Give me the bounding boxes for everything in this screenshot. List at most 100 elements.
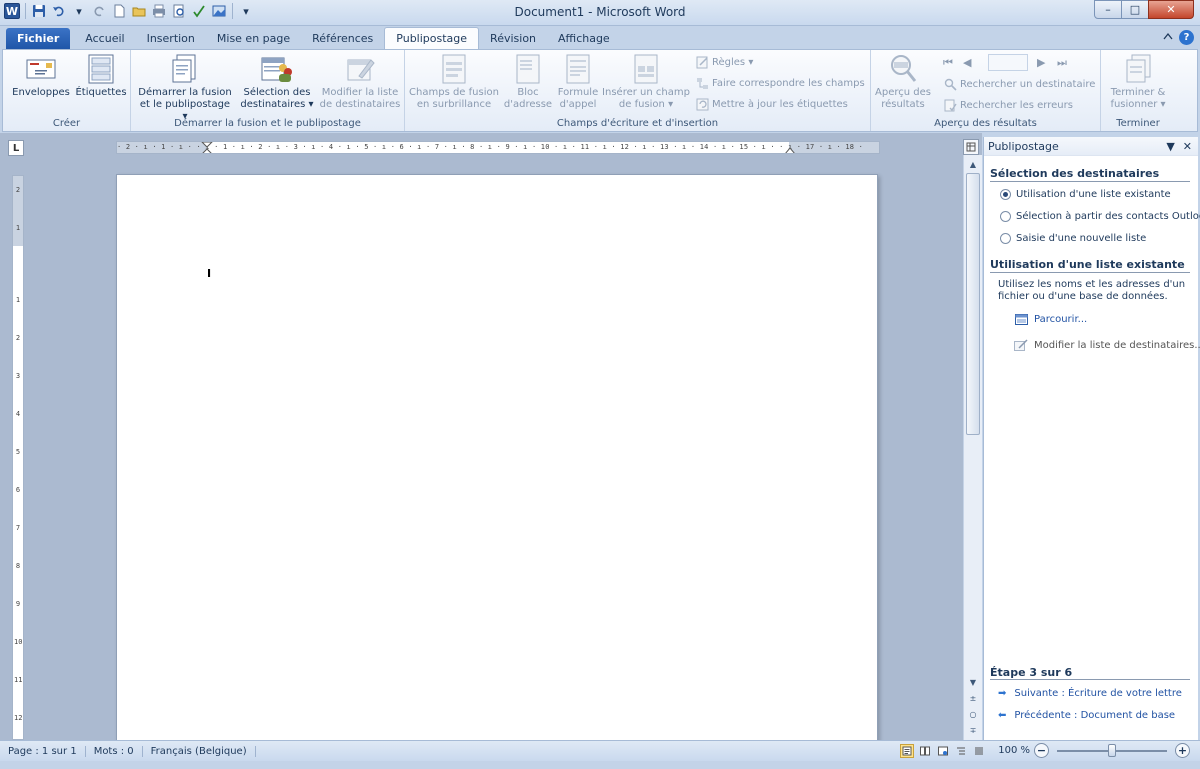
minimize-button[interactable]: – xyxy=(1094,0,1122,19)
edit-recipients-link[interactable]: Modifier la liste de destinataires... xyxy=(1014,339,1200,351)
ruler-tick: 5 xyxy=(15,448,21,456)
demarrer-fusion-button[interactable]: Démarrer la fusion et le publipostage ▾ xyxy=(137,53,233,123)
preview-results-icon xyxy=(887,53,919,85)
apercu-resultats-button[interactable]: Aperçu des résultats xyxy=(873,53,933,111)
taskpane-menu-icon[interactable]: ▼ xyxy=(1166,140,1174,153)
title-bar: W ▾ ▾ Document1 - Microsoft Word – □ ✕ xyxy=(0,0,1200,26)
tab-mise-en-page[interactable]: Mise en page xyxy=(206,28,301,49)
ruler-ticks: · 2 · ı · 1 · ı · · ı · 1 · ı · 2 · ı · … xyxy=(117,143,864,151)
previous-step-link[interactable]: ⬅ Précédente : Document de base xyxy=(998,710,1175,721)
scroll-thumb[interactable] xyxy=(966,173,980,435)
tab-revision[interactable]: Révision xyxy=(479,28,547,49)
ruler-tick: 2 xyxy=(15,186,21,194)
window-bottom-border xyxy=(0,761,1200,769)
tab-accueil[interactable]: Accueil xyxy=(74,28,135,49)
view-ruler-icon[interactable] xyxy=(963,139,979,155)
tab-fichier[interactable]: Fichier xyxy=(6,28,71,49)
vertical-scrollbar[interactable]: ▲ ▼ ± ○ ∓ xyxy=(963,155,982,740)
rechercher-erreurs-button[interactable]: Rechercher les erreurs xyxy=(943,98,1073,112)
first-record-icon[interactable]: ⏮ xyxy=(943,56,953,70)
web-layout-icon[interactable] xyxy=(936,744,950,758)
tab-affichage[interactable]: Affichage xyxy=(547,28,621,49)
start-merge-icon xyxy=(169,53,201,85)
section-description: Utilisez les noms et les adresses d'un f… xyxy=(998,279,1186,302)
radio-unselected-icon xyxy=(1000,211,1011,222)
browse-link[interactable]: Parcourir... xyxy=(1014,313,1087,325)
mettre-a-jour-etiquettes-button[interactable]: Mettre à jour les étiquettes xyxy=(695,97,848,111)
language-indicator[interactable]: Français (Belgique) xyxy=(151,745,256,757)
check-errors-icon xyxy=(943,98,957,112)
inserer-champ-fusion-button[interactable]: Insérer un champ de fusion ▾ xyxy=(601,53,691,111)
word-count[interactable]: Mots : 0 xyxy=(94,745,143,757)
zoom-level[interactable]: 100 % xyxy=(998,745,1030,756)
last-record-icon[interactable]: ⏭ xyxy=(1057,56,1067,70)
radio-unselected-icon xyxy=(1000,233,1011,244)
section-title-selection: Sélection des destinataires xyxy=(990,167,1190,182)
zoom-slider[interactable] xyxy=(1057,743,1167,757)
radio-selected-icon xyxy=(1000,189,1011,200)
zoom-slider-thumb[interactable] xyxy=(1108,743,1116,757)
radio-existing-list[interactable]: Utilisation d'une liste existante xyxy=(1000,189,1171,200)
ruler-tick: 2 xyxy=(15,334,21,342)
ruler-tick: 1 xyxy=(15,296,21,304)
group-label-demarrer: Démarrer la fusion et le publipostage xyxy=(174,118,361,129)
ruler-tick: 7 xyxy=(15,524,21,532)
find-recipient-icon xyxy=(943,77,957,91)
next-record-icon[interactable]: ▶ xyxy=(1037,56,1045,69)
tab-insertion[interactable]: Insertion xyxy=(136,28,206,49)
tab-references[interactable]: Références xyxy=(301,28,384,49)
enveloppes-button[interactable]: Enveloppes xyxy=(11,53,71,99)
modifier-liste-button[interactable]: Modifier la liste de destinataires xyxy=(317,53,403,111)
close-button[interactable]: ✕ xyxy=(1148,0,1194,19)
champs-surbrillance-button[interactable]: Champs de fusion en surbrillance xyxy=(407,53,501,111)
zoom-in-button[interactable]: + xyxy=(1175,743,1190,758)
vertical-ruler[interactable]: 2 1 1 2 3 4 5 6 7 8 9 10 11 12 xyxy=(12,175,24,740)
tab-selector[interactable]: L xyxy=(8,140,24,156)
print-layout-view-icon[interactable] xyxy=(900,743,915,758)
faire-correspondre-button[interactable]: Faire correspondre les champs xyxy=(695,76,865,90)
horizontal-ruler[interactable]: · 2 · ı · 1 · ı · · ı · 1 · ı · 2 · ı · … xyxy=(116,141,880,154)
help-icon[interactable]: ? xyxy=(1179,30,1194,45)
indent-marker-icon[interactable] xyxy=(201,142,213,154)
ruler-tick: 1 xyxy=(15,224,21,232)
record-number-input[interactable] xyxy=(988,54,1028,71)
zoom-out-button[interactable]: − xyxy=(1034,743,1049,758)
maximize-button[interactable]: □ xyxy=(1121,0,1149,19)
update-labels-icon xyxy=(695,97,709,111)
minimize-ribbon-icon[interactable] xyxy=(1163,32,1173,43)
regles-button[interactable]: Règles ▾ xyxy=(695,55,753,69)
radio-new-list[interactable]: Saisie d'une nouvelle liste xyxy=(1000,233,1146,244)
previous-record-icon[interactable]: ◀ xyxy=(963,56,971,69)
next-step-link[interactable]: ➡ Suivante : Écriture de votre lettre xyxy=(998,688,1182,699)
selection-destinataires-button[interactable]: Sélection des destinataires ▾ xyxy=(239,53,315,111)
scroll-down-icon[interactable]: ▼ xyxy=(966,675,980,689)
full-screen-reading-icon[interactable] xyxy=(918,744,932,758)
scroll-up-icon[interactable]: ▲ xyxy=(966,157,980,171)
document-page[interactable]: I xyxy=(116,174,878,744)
section-title-existing-list: Utilisation d'une liste existante xyxy=(990,258,1190,273)
ruler-tick: 6 xyxy=(15,486,21,494)
rechercher-destinataire-button[interactable]: Rechercher un destinataire xyxy=(943,77,1095,91)
right-indent-marker-icon[interactable] xyxy=(784,145,796,154)
tab-publipostage[interactable]: Publipostage xyxy=(384,27,480,49)
radio-outlook-contacts[interactable]: Sélection à partir des contacts Outlook xyxy=(1000,211,1200,222)
previous-page-icon[interactable]: ± xyxy=(966,691,980,705)
ruler-tick: 3 xyxy=(15,372,21,380)
bloc-adresse-button[interactable]: Bloc d'adresse xyxy=(503,53,553,111)
window-controls: – □ ✕ xyxy=(1094,0,1194,19)
group-label-apercu: Aperçu des résultats xyxy=(934,118,1037,129)
terminer-fusionner-button[interactable]: Terminer & fusionner ▾ xyxy=(1107,53,1169,111)
taskpane-close-icon[interactable]: ✕ xyxy=(1183,140,1192,153)
next-page-icon[interactable]: ∓ xyxy=(966,723,980,737)
group-creer: Enveloppes Étiquettes Créer xyxy=(3,50,131,131)
arrow-right-icon: ➡ xyxy=(998,688,1007,699)
outline-view-icon[interactable] xyxy=(954,744,968,758)
rules-icon xyxy=(695,55,709,69)
formule-appel-button[interactable]: Formule d'appel xyxy=(555,53,601,111)
browse-icon xyxy=(1014,313,1028,325)
insert-merge-field-icon xyxy=(630,53,662,85)
draft-view-icon[interactable] xyxy=(972,744,986,758)
etiquettes-button[interactable]: Étiquettes xyxy=(73,53,129,99)
browse-object-icon[interactable]: ○ xyxy=(966,707,980,721)
page-count[interactable]: Page : 1 sur 1 xyxy=(8,745,86,757)
